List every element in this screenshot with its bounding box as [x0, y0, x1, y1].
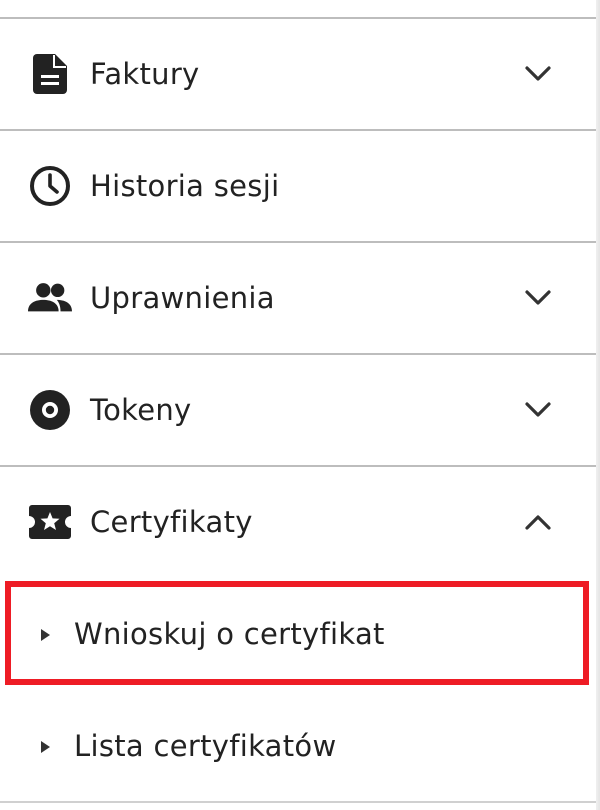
certificate-star-icon	[28, 500, 72, 544]
chevron-down-icon[interactable]	[520, 56, 556, 92]
triangle-right-icon	[40, 627, 52, 641]
token-disc-icon	[28, 388, 72, 432]
document-icon	[28, 52, 72, 96]
submenu-item-label: Wnioskuj o certyfikat	[74, 617, 385, 651]
triangle-right-icon	[40, 739, 52, 753]
submenu-item-wnioskuj-o-certyfikat[interactable]: Wnioskuj o certyfikat	[0, 579, 596, 689]
menu-item-label: Uprawnienia	[90, 281, 275, 315]
menu-item-label: Faktury	[90, 57, 200, 91]
menu-item-label: Historia sesji	[90, 169, 280, 203]
menu-item-uprawnienia[interactable]: Uprawnienia	[0, 243, 596, 353]
menu-divider	[0, 801, 596, 803]
menu-item-historia-sesji[interactable]: Historia sesji	[0, 131, 596, 241]
menu-item-certyfikaty[interactable]: Certyfikaty	[0, 467, 596, 577]
chevron-down-icon[interactable]	[520, 392, 556, 428]
submenu-item-label: Lista certyfikatów	[74, 729, 337, 763]
menu-item-tokeny[interactable]: Tokeny	[0, 355, 596, 465]
people-icon	[28, 276, 72, 320]
menu-item-faktury[interactable]: Faktury	[0, 19, 596, 129]
menu-item-label: Certyfikaty	[90, 505, 253, 539]
scroll-edge	[596, 0, 600, 810]
menu-item-label: Tokeny	[90, 393, 192, 427]
chevron-down-icon[interactable]	[520, 280, 556, 316]
clock-icon	[28, 164, 72, 208]
side-menu: Faktury Historia sesji Uprawnienia Token…	[0, 0, 596, 810]
chevron-up-icon[interactable]	[520, 504, 556, 540]
submenu-item-lista-certyfikatow[interactable]: Lista certyfikatów	[0, 691, 596, 801]
